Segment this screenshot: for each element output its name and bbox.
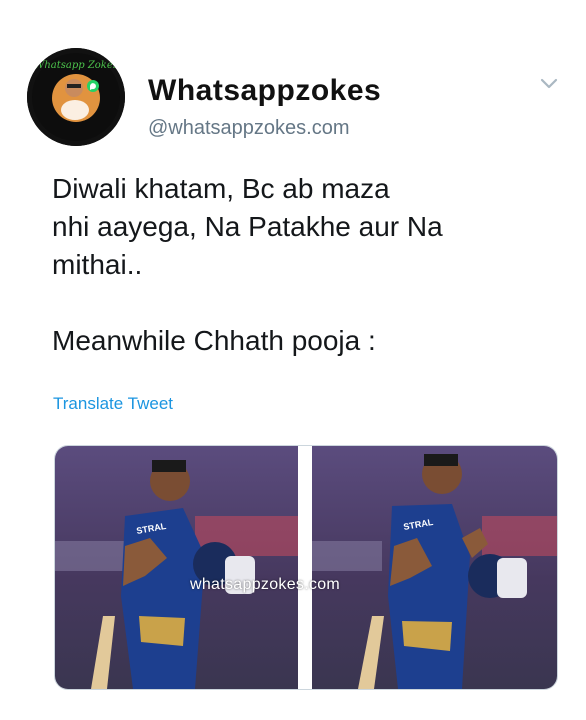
tweet-media[interactable]: STRAL STRAL [54, 445, 558, 690]
profile-avatar[interactable]: Whatsapp Zokes [27, 48, 125, 146]
user-handle[interactable]: @whatsappzokes.com [148, 117, 350, 140]
display-name[interactable]: Whatsappzokes [148, 74, 381, 108]
cricketer-photo-right: STRAL [312, 446, 557, 689]
cricketer-photo-left: STRAL [55, 446, 298, 689]
watermark-text: whatsappzokes.com [190, 576, 341, 593]
media-photo-left[interactable]: STRAL [55, 446, 298, 689]
avatar-image: Whatsapp Zokes [27, 48, 125, 146]
media-photo-right[interactable]: STRAL [312, 446, 557, 689]
avatar-text: Whatsapp Zokes [34, 60, 118, 71]
translate-tweet-link[interactable]: Translate Tweet [53, 394, 173, 414]
tweet-text: Diwali khatam, Bc ab maza nhi aayega, Na… [52, 173, 443, 356]
chevron-down-icon[interactable] [540, 78, 558, 90]
